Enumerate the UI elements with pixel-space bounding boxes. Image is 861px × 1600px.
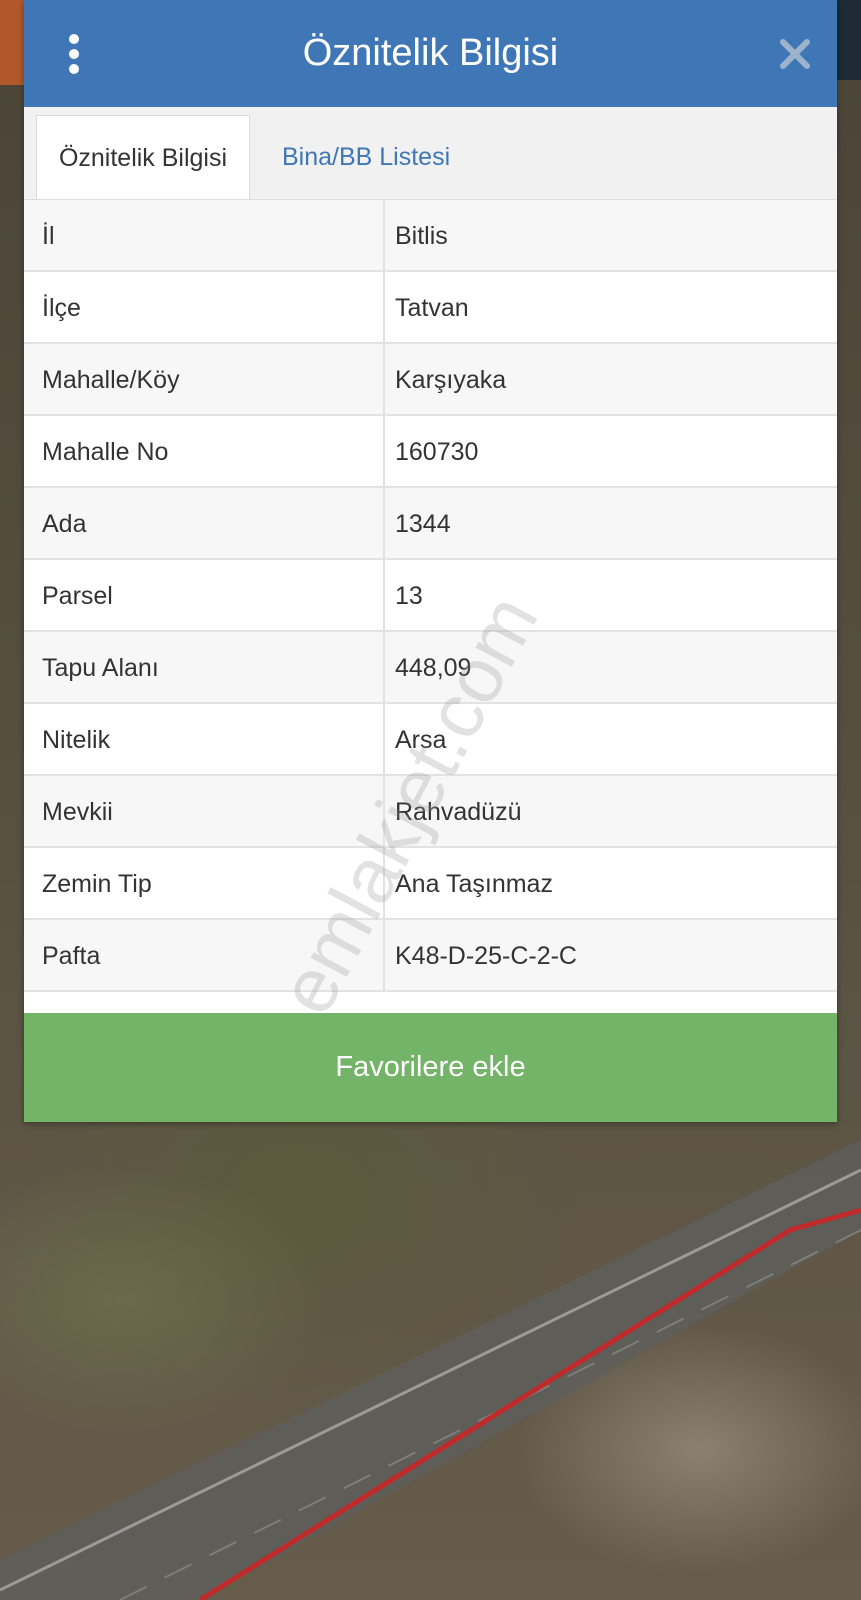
attribute-value: 160730 <box>395 438 479 466</box>
table-row: İlçe Tatvan <box>24 272 837 344</box>
attribute-key: Mahalle/Köy <box>42 366 180 394</box>
attribute-value: Tatvan <box>395 294 469 322</box>
attribute-value: 1344 <box>395 510 451 538</box>
attribute-value: K48-D-25-C-2-C <box>395 942 577 970</box>
attribute-value: Ana Taşınmaz <box>395 870 553 898</box>
attribute-value: 13 <box>395 582 423 610</box>
attribute-key: Mahalle No <box>42 438 169 466</box>
attribute-key: Pafta <box>42 942 101 970</box>
add-to-favorites-button[interactable]: Favorilere ekle <box>24 1013 837 1122</box>
table-row: Mahalle No 160730 <box>24 416 837 488</box>
panel-title: Öznitelik Bilgisi <box>302 32 559 74</box>
attribute-value: Rahvadüzü <box>395 798 522 826</box>
table-row: İl Bitlis <box>24 200 837 272</box>
table-row: Parsel 13 <box>24 560 837 632</box>
tab-attribute-info[interactable]: Öznitelik Bilgisi <box>36 115 250 199</box>
table-row: Pafta K48-D-25-C-2-C <box>24 920 837 992</box>
attribute-key: İl <box>42 222 55 250</box>
attribute-table: İl Bitlis İlçe Tatvan Mahalle/Köy Karşıy… <box>24 200 837 992</box>
attribute-value: Arsa <box>395 726 447 754</box>
attribute-key: Tapu Alanı <box>42 654 159 682</box>
road-marking <box>0 1168 861 1592</box>
table-row: Zemin Tip Ana Taşınmaz <box>24 848 837 920</box>
attribute-key: Ada <box>42 510 87 538</box>
table-row: Mahalle/Köy Karşıyaka <box>24 344 837 416</box>
attribute-key: Zemin Tip <box>42 870 152 898</box>
table-row: Ada 1344 <box>24 488 837 560</box>
attribute-value: Bitlis <box>395 222 448 250</box>
panel-header: Öznitelik Bilgisi <box>24 0 837 107</box>
attribute-key: İlçe <box>42 294 81 322</box>
tab-bar: Öznitelik Bilgisi Bina/BB Listesi <box>24 107 837 200</box>
attribute-key: Parsel <box>42 582 113 610</box>
attribute-key: Mevkii <box>42 798 113 826</box>
attribute-info-panel: Öznitelik Bilgisi Öznitelik Bilgisi Bina… <box>24 0 837 1122</box>
tab-building-list[interactable]: Bina/BB Listesi <box>264 115 468 199</box>
table-row: Tapu Alanı 448,09 <box>24 632 837 704</box>
table-row: Nitelik Arsa <box>24 704 837 776</box>
attribute-value: 448,09 <box>395 654 472 682</box>
attribute-key: Nitelik <box>42 726 111 754</box>
close-icon[interactable] <box>777 36 813 72</box>
attribute-value: Karşıyaka <box>395 366 507 394</box>
table-row: Mevkii Rahvadüzü <box>24 776 837 848</box>
road-surface <box>0 1140 861 1600</box>
